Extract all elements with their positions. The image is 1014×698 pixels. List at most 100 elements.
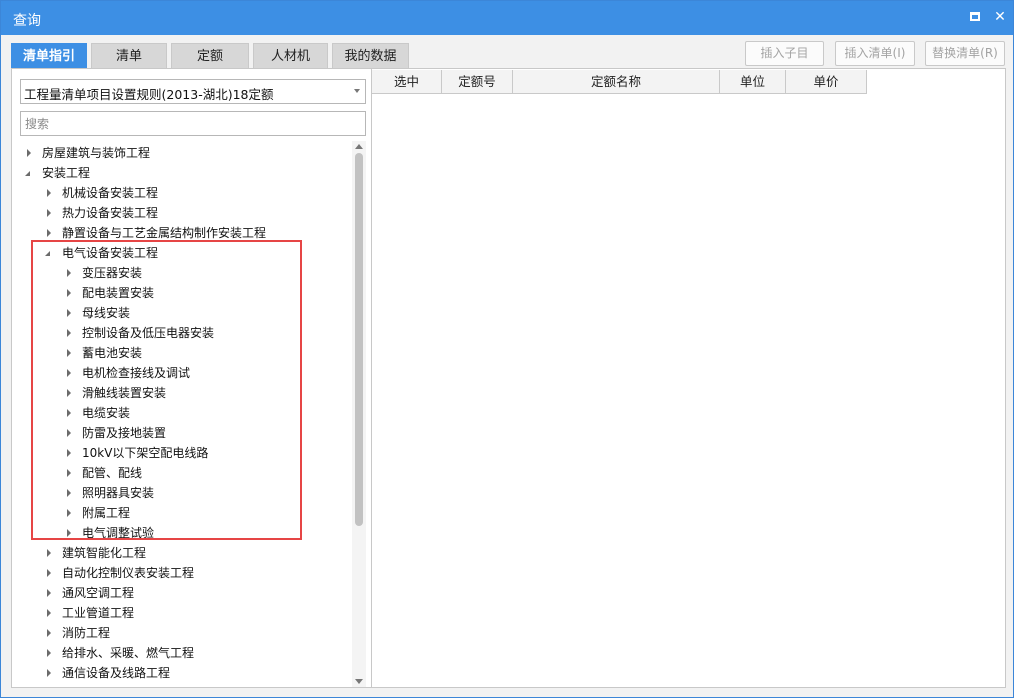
- tree-item[interactable]: 给排水、采暖、燃气工程: [12, 643, 342, 663]
- tree-item[interactable]: 电机检查接线及调试: [12, 363, 342, 383]
- tree-item[interactable]: 10kV以下架空配电线路: [12, 443, 342, 463]
- collapsed-arrow-icon[interactable]: [64, 343, 74, 363]
- tree-item-label: 附属工程: [82, 506, 131, 520]
- close-icon[interactable]: ✕: [992, 9, 1008, 25]
- tree-item[interactable]: 配管、配线: [12, 463, 342, 483]
- collapsed-arrow-icon[interactable]: [44, 623, 54, 643]
- collapsed-arrow-icon[interactable]: [64, 363, 74, 383]
- scroll-up-icon[interactable]: [355, 144, 363, 149]
- tab-labor-material-machine[interactable]: 人材机: [253, 43, 328, 69]
- collapsed-arrow-icon[interactable]: [24, 143, 34, 163]
- tree-item[interactable]: 安装工程: [12, 163, 342, 183]
- collapsed-arrow-icon[interactable]: [44, 543, 54, 563]
- tree-item[interactable]: 蓄电池安装: [12, 343, 342, 363]
- tree-item-label: 母线安装: [82, 306, 131, 320]
- expanded-arrow-icon[interactable]: [24, 163, 34, 183]
- tree-item[interactable]: 配电装置安装: [12, 283, 342, 303]
- collapsed-arrow-icon[interactable]: [44, 603, 54, 623]
- tab-list[interactable]: 清单: [91, 43, 167, 69]
- tree-item[interactable]: 工业管道工程: [12, 603, 342, 623]
- column-header-selected[interactable]: 选中: [372, 70, 442, 94]
- tree-item-label: 通风空调工程: [62, 586, 135, 600]
- collapsed-arrow-icon[interactable]: [44, 643, 54, 663]
- collapsed-arrow-icon[interactable]: [64, 403, 74, 423]
- title-bar: 查询 ✕: [1, 1, 1013, 35]
- rule-select[interactable]: 工程量清单项目设置规则(2013-湖北)18定额: [20, 79, 366, 104]
- tree-item-label: 电机检查接线及调试: [82, 366, 191, 380]
- column-header-quota-number[interactable]: 定额号: [442, 70, 513, 94]
- tree-item[interactable]: 照明器具安装: [12, 483, 342, 503]
- tree-item[interactable]: 通信设备及线路工程: [12, 663, 342, 683]
- tree-item-label: 安装工程: [42, 166, 91, 180]
- tree-item-label: 电气调整试验: [82, 526, 155, 540]
- collapsed-arrow-icon[interactable]: [64, 503, 74, 523]
- tree-item[interactable]: 控制设备及低压电器安装: [12, 323, 342, 343]
- tree-item-label: 热力设备安装工程: [62, 206, 159, 220]
- collapsed-arrow-icon[interactable]: [64, 423, 74, 443]
- tree-item-label: 工业管道工程: [62, 606, 135, 620]
- collapsed-arrow-icon[interactable]: [44, 563, 54, 583]
- tree-item-label: 配电装置安装: [82, 286, 155, 300]
- tree-item-label: 电气设备安装工程: [62, 246, 159, 260]
- left-panel: 工程量清单项目设置规则(2013-湖北)18定额 房屋建筑与装饰工程安装工程机械…: [11, 68, 372, 688]
- collapsed-arrow-icon[interactable]: [64, 383, 74, 403]
- tree-item-label: 电缆安装: [82, 406, 131, 420]
- replace-list-button[interactable]: 替换清单(R): [925, 41, 1005, 66]
- collapsed-arrow-icon[interactable]: [64, 323, 74, 343]
- right-panel: 选中 定额号 定额名称 单位 单价: [372, 68, 1006, 688]
- tree-scrollbar[interactable]: [352, 141, 366, 687]
- restore-icon[interactable]: [967, 9, 983, 25]
- collapsed-arrow-icon[interactable]: [44, 223, 54, 243]
- tree-item[interactable]: 滑触线装置安装: [12, 383, 342, 403]
- search-input[interactable]: [20, 111, 366, 136]
- column-header-unit-price[interactable]: 单价: [786, 70, 867, 94]
- insert-list-button[interactable]: 插入清单(I): [835, 41, 915, 66]
- tab-quota[interactable]: 定额: [171, 43, 249, 69]
- tree-item[interactable]: 建筑智能化工程: [12, 543, 342, 563]
- collapsed-arrow-icon[interactable]: [64, 523, 74, 543]
- tree-item[interactable]: 自动化控制仪表安装工程: [12, 563, 342, 583]
- collapsed-arrow-icon[interactable]: [64, 283, 74, 303]
- collapsed-arrow-icon[interactable]: [44, 183, 54, 203]
- tree-item[interactable]: 防雷及接地装置: [12, 423, 342, 443]
- tree-item-label: 通信设备及线路工程: [62, 666, 171, 680]
- tree-item-label: 变压器安装: [82, 266, 143, 280]
- tab-my-data[interactable]: 我的数据: [332, 43, 409, 69]
- collapsed-arrow-icon[interactable]: [64, 443, 74, 463]
- tree-item[interactable]: 消防工程: [12, 623, 342, 643]
- collapsed-arrow-icon[interactable]: [44, 203, 54, 223]
- collapsed-arrow-icon[interactable]: [64, 483, 74, 503]
- tree-item-label: 蓄电池安装: [82, 346, 143, 360]
- tree-item[interactable]: 变压器安装: [12, 263, 342, 283]
- tree-item[interactable]: 电气设备安装工程: [12, 243, 342, 263]
- tree-item-label: 配管、配线: [82, 466, 143, 480]
- scrollbar-thumb[interactable]: [355, 153, 363, 526]
- tree-item[interactable]: 机械设备安装工程: [12, 183, 342, 203]
- category-tree: 房屋建筑与装饰工程 安装工程机械设备安装工程热力设备安装工程静置设备与工艺金属结构…: [12, 141, 352, 687]
- query-window: 查询 ✕ 清单指引 清单 定额 人材机 我的数据 插入子目 插入清单(I) 替换…: [0, 0, 1014, 698]
- collapsed-arrow-icon[interactable]: [64, 463, 74, 483]
- collapsed-arrow-icon[interactable]: [64, 303, 74, 323]
- column-header-unit[interactable]: 单位: [720, 70, 786, 94]
- tree-item[interactable]: 静置设备与工艺金属结构制作安装工程: [12, 223, 342, 243]
- scroll-down-icon[interactable]: [355, 679, 363, 684]
- tree-item-label: 给排水、采暖、燃气工程: [62, 646, 195, 660]
- tree-item-label: 静置设备与工艺金属结构制作安装工程: [62, 226, 267, 240]
- tree-item[interactable]: 热力设备安装工程: [12, 203, 342, 223]
- expanded-arrow-icon[interactable]: [44, 243, 54, 263]
- tree-item[interactable]: 电缆安装: [12, 403, 342, 423]
- tab-list-guide[interactable]: 清单指引: [11, 43, 87, 69]
- rule-select-value: 工程量清单项目设置规则(2013-湖北)18定额: [24, 87, 274, 102]
- column-header-quota-name[interactable]: 定额名称: [513, 70, 720, 94]
- tree-item[interactable]: 电气调整试验: [12, 523, 342, 543]
- tree-item[interactable]: 母线安装: [12, 303, 342, 323]
- tree-item-label: 房屋建筑与装饰工程: [42, 146, 151, 160]
- collapsed-arrow-icon[interactable]: [64, 263, 74, 283]
- tree-item[interactable]: 通风空调工程: [12, 583, 342, 603]
- collapsed-arrow-icon[interactable]: [44, 663, 54, 683]
- tree-item[interactable]: 附属工程: [12, 503, 342, 523]
- window-title: 查询: [13, 13, 41, 29]
- tree-item[interactable]: 房屋建筑与装饰工程: [12, 143, 342, 163]
- insert-child-button[interactable]: 插入子目: [745, 41, 824, 66]
- collapsed-arrow-icon[interactable]: [44, 583, 54, 603]
